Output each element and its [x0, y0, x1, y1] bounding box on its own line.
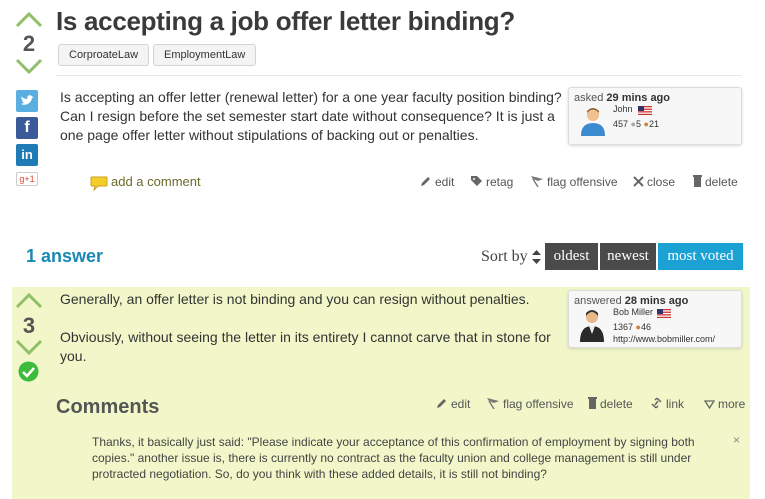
- answered-info: answered 28 mins ago: [574, 295, 688, 307]
- answer-more-button[interactable]: more: [703, 397, 746, 412]
- answer-upvote-button[interactable]: [14, 291, 44, 309]
- flag-offensive-label: flag offensive: [547, 175, 618, 189]
- asker-rep-score: 457: [613, 119, 629, 129]
- asker-card: asked 29 mins ago John 457 ●5 ●21: [568, 87, 742, 145]
- divider: [56, 75, 742, 76]
- us-flag-icon: [638, 106, 652, 115]
- sort-oldest-button[interactable]: oldest: [545, 243, 598, 270]
- asker-name[interactable]: John: [613, 104, 633, 114]
- accepted-checkmark-icon[interactable]: [18, 361, 39, 382]
- answer-paragraph-2: Obviously, without seeing the letter in …: [60, 329, 551, 364]
- sort-by-text: Sort by: [481, 248, 528, 265]
- answers-count: 1 answer: [26, 246, 104, 266]
- avatar[interactable]: [578, 308, 606, 342]
- twitter-icon: [21, 95, 34, 105]
- question-body: Is accepting an offer letter (renewal le…: [60, 89, 562, 143]
- answerer-name[interactable]: Bob Miller: [613, 307, 653, 317]
- comment-delete-close-icon[interactable]: ×: [733, 433, 740, 447]
- link-icon: [650, 397, 663, 412]
- answer-downvote-button[interactable]: [14, 339, 44, 357]
- close-icon: [633, 176, 644, 190]
- chevron-down-icon: [703, 398, 716, 412]
- comments-heading: Comments: [56, 396, 160, 418]
- facebook-share-button[interactable]: f: [16, 117, 38, 139]
- sort-most-voted-button[interactable]: most voted: [658, 243, 743, 270]
- question-title: Is accepting a job offer letter binding?: [56, 6, 515, 36]
- close-label: close: [647, 175, 676, 189]
- linkedin-icon: in: [21, 147, 33, 162]
- twitter-share-button[interactable]: [16, 90, 38, 112]
- us-flag-icon: [657, 309, 671, 318]
- flag-offensive-label: flag offensive: [503, 397, 574, 411]
- answerer-rep-score: 1367: [613, 322, 634, 332]
- question-edit-button[interactable]: edit: [420, 175, 454, 190]
- edit-label: edit: [451, 397, 471, 411]
- question-flag-button[interactable]: flag offensive: [530, 175, 618, 190]
- retag-label: retag: [486, 175, 514, 189]
- asked-info: asked 29 mins ago: [574, 92, 670, 104]
- delete-label: delete: [705, 175, 738, 189]
- question-vote-count: 2: [22, 31, 36, 56]
- asker-reputation: 457 ●5 ●21: [613, 119, 659, 129]
- comment-text: Thanks, it basically just said: "Please …: [92, 435, 695, 481]
- tag-corproatelaw[interactable]: CorproateLaw: [58, 44, 150, 66]
- sort-by-label: Sort by: [481, 248, 541, 266]
- question-retag-button[interactable]: retag: [470, 175, 513, 190]
- answer-link-button[interactable]: link: [650, 397, 684, 412]
- answer-delete-button[interactable]: delete: [588, 397, 633, 412]
- pencil-icon: [420, 175, 432, 190]
- delete-label: delete: [600, 397, 633, 411]
- question-close-button[interactable]: close: [633, 175, 675, 190]
- answer-body: Generally, an offer letter is not bindin…: [60, 290, 565, 366]
- link-label: link: [666, 397, 685, 411]
- pencil-icon: [436, 397, 448, 412]
- flag-icon: [486, 397, 500, 412]
- tag-employmentlaw[interactable]: EmploymentLaw: [153, 44, 257, 66]
- flag-icon: [530, 175, 544, 190]
- answered-time: 28 mins ago: [624, 295, 689, 307]
- question-delete-button[interactable]: delete: [693, 175, 738, 190]
- edit-label: edit: [435, 175, 455, 189]
- answer-flag-button[interactable]: flag offensive: [486, 397, 574, 412]
- asked-label: asked: [574, 92, 604, 104]
- trash-icon: [693, 175, 702, 190]
- more-label: more: [718, 397, 746, 411]
- tag-icon: [470, 175, 483, 190]
- answerer-bronze-badges: 46: [640, 322, 651, 332]
- add-comment-link[interactable]: add a comment: [90, 174, 201, 192]
- answerer-website-link[interactable]: http://www.bobmiller.com/: [613, 334, 715, 344]
- speech-bubble-icon: [90, 176, 108, 192]
- asker-silver-badges: 5: [635, 119, 641, 129]
- answer-edit-button[interactable]: edit: [436, 397, 470, 412]
- gplus-share-button[interactable]: g+1: [16, 172, 38, 186]
- facebook-icon: f: [24, 119, 30, 136]
- question-upvote-button[interactable]: [14, 10, 44, 28]
- asked-time: 29 mins ago: [606, 92, 670, 104]
- asker-bronze-badges: 21: [648, 119, 659, 129]
- question-downvote-button[interactable]: [14, 58, 44, 76]
- linkedin-share-button[interactable]: in: [16, 144, 38, 166]
- answerer-reputation: 1367 ●46: [613, 322, 651, 332]
- sort-arrows-icon: [531, 250, 541, 265]
- answerer-card: answered 28 mins ago Bob Miller 1367 ●46…: [568, 290, 742, 348]
- add-comment-label: add a comment: [111, 174, 201, 189]
- answer-vote-count: 3: [22, 313, 36, 338]
- avatar[interactable]: [579, 106, 607, 136]
- trash-icon: [588, 397, 597, 412]
- answer-paragraph-1: Generally, an offer letter is not bindin…: [60, 291, 530, 307]
- sort-newest-button[interactable]: newest: [600, 243, 656, 270]
- answered-label: answered: [574, 295, 622, 307]
